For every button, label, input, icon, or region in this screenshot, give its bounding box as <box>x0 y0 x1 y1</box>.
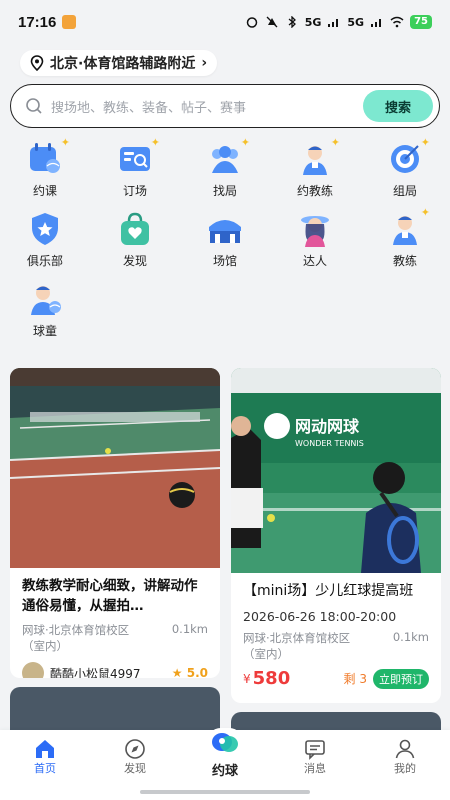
status-bar: 17:16 5G 5G 75 <box>0 0 450 44</box>
court-booking-icon: ✦ <box>114 136 160 178</box>
group-people-icon: ✦ <box>204 136 250 178</box>
category-label: 找局 <box>212 184 237 198</box>
category-book-court[interactable]: ✦ 订场 <box>90 136 180 200</box>
venue-name: 网球·北京体育馆校区 <box>243 631 351 645</box>
price: 580 <box>252 668 291 689</box>
currency-symbol: ¥ <box>243 671 251 686</box>
category-label: 组局 <box>392 184 417 198</box>
banner-title: 网动网球 <box>295 417 360 436</box>
ball-kid-icon <box>24 280 66 318</box>
location-pin-icon <box>30 55 44 71</box>
review-card[interactable]: 教练教学耐心细致，讲解动作通俗易懂，从握拍… 网球·北京体育馆校区 0.1km … <box>10 368 220 678</box>
signal-label-1: 5G <box>304 15 322 29</box>
venue-row: 网球·北京体育馆校区 0.1km <box>243 630 429 646</box>
nav-mine-label: 我的 <box>394 762 416 775</box>
calendar-ball-icon: ✦ <box>24 136 70 178</box>
signal-label-2: 5G <box>347 15 365 29</box>
influencer-icon <box>294 210 336 248</box>
chevron-right-icon: › <box>201 55 208 71</box>
bag-heart-icon <box>114 210 156 248</box>
user-row: 酷酷小松鼠4997 ★ 5.0 <box>22 662 208 678</box>
category-label: 场馆 <box>212 254 237 268</box>
status-icons: 5G 5G 75 <box>245 15 432 29</box>
rating: ★ 5.0 <box>172 666 208 678</box>
venue-name: 网球·北京体育馆校区 <box>22 623 130 637</box>
category-label: 订场 <box>122 184 147 198</box>
bluetooth-icon <box>288 16 296 28</box>
price-row: ¥ 580 剩 3 立即预订 <box>243 668 429 689</box>
signal-icon-2 <box>371 19 382 27</box>
nav-home[interactable]: 首页 <box>5 730 85 800</box>
signal-icon <box>328 19 339 27</box>
tennis-court-photo <box>10 368 220 568</box>
alarm-icon <box>246 17 257 28</box>
category-label: 发现 <box>122 254 147 268</box>
banner-subtitle: WONDER TENNIS <box>295 439 364 448</box>
course-datetime: 2026-06-26 18:00-20:00 <box>243 609 397 624</box>
category-label: 球童 <box>32 324 57 338</box>
category-coach[interactable]: ✦ 教练 <box>360 206 450 270</box>
venue-sub: （室内） <box>22 639 68 653</box>
mute-icon <box>266 16 278 28</box>
category-organize-game[interactable]: ✦ 组局 <box>360 136 450 200</box>
shield-star-icon <box>24 210 66 248</box>
distance: 0.1km <box>171 622 208 636</box>
distance: 0.1km <box>392 630 429 644</box>
tennis-class-photo: 网动网球 WONDER TENNIS <box>231 368 441 573</box>
coach-icon: ✦ <box>294 136 340 178</box>
nav-home-label: 首页 <box>34 762 56 775</box>
battery-indicator: 75 <box>410 15 432 29</box>
status-time: 17:16 <box>18 13 57 31</box>
category-book-coach[interactable]: ✦ 约教练 <box>270 136 360 200</box>
compass-icon <box>125 739 145 759</box>
avatar[interactable] <box>22 662 44 678</box>
category-ball-kid[interactable]: 球童 <box>0 280 90 340</box>
category-book-class[interactable]: ✦ 约课 <box>0 136 90 200</box>
star-icon: ★ <box>171 666 187 678</box>
category-grid: ✦ 约课 ✦ 订场 ✦ 找局 ✦ 约教练 ✦ 组局 俱乐部 发现 场馆 达人 ✦… <box>0 136 450 340</box>
nav-play-label: 约球 <box>211 764 238 779</box>
play-bubble-icon <box>206 728 244 758</box>
course-title: 【mini场】少儿红球提高班 <box>243 583 414 599</box>
nav-mine[interactable]: 我的 <box>365 730 445 800</box>
coach-icon: ✦ <box>384 206 430 248</box>
rating-value: 5.0 <box>186 666 208 678</box>
search-input[interactable]: 搜场地、教练、装备、帖子、赛事 <box>51 97 363 116</box>
location-text: 北京·体育馆路辅路附近 <box>50 56 196 72</box>
search-button[interactable]: 搜索 <box>363 90 433 122</box>
home-icon <box>36 740 54 758</box>
review-text: 教练教学耐心细致，讲解动作通俗易懂，从握拍… <box>22 578 198 614</box>
venue-row: 网球·北京体育馆校区 0.1km <box>22 622 208 638</box>
category-label: 达人 <box>302 254 327 268</box>
category-label: 约课 <box>32 184 57 198</box>
category-club[interactable]: 俱乐部 <box>0 210 90 270</box>
message-icon <box>305 740 325 760</box>
location-selector[interactable]: 北京·体育馆路辅路附近 › <box>20 50 218 76</box>
remaining-spots: 剩 3 <box>343 672 367 686</box>
category-label: 俱乐部 <box>26 254 63 268</box>
wifi-icon <box>390 16 404 28</box>
notification-app-icon <box>62 15 77 29</box>
nav-play[interactable]: 约球 <box>185 720 265 800</box>
book-now-button[interactable]: 立即预订 <box>373 668 429 689</box>
home-indicator[interactable] <box>140 790 310 794</box>
user-name[interactable]: 酷酷小松鼠4997 <box>50 665 141 679</box>
venue-sub: （室内） <box>243 647 289 661</box>
search-bar[interactable]: 搜场地、教练、装备、帖子、赛事 搜索 <box>10 84 440 128</box>
target-icon: ✦ <box>384 136 430 178</box>
search-icon <box>26 98 42 114</box>
category-venue[interactable]: 场馆 <box>180 210 270 270</box>
user-icon <box>395 739 415 759</box>
course-card[interactable]: 网动网球 WONDER TENNIS 【mini场】少儿红球提高班 2026-0… <box>231 368 441 703</box>
category-influencer[interactable]: 达人 <box>270 210 360 270</box>
category-label: 教练 <box>392 254 417 268</box>
category-find-game[interactable]: ✦ 找局 <box>180 136 270 200</box>
stadium-icon <box>204 210 246 248</box>
nav-messages-label: 消息 <box>304 762 326 775</box>
category-label: 约教练 <box>296 184 333 198</box>
nav-discover-label: 发现 <box>124 762 146 775</box>
category-discover[interactable]: 发现 <box>90 210 180 270</box>
